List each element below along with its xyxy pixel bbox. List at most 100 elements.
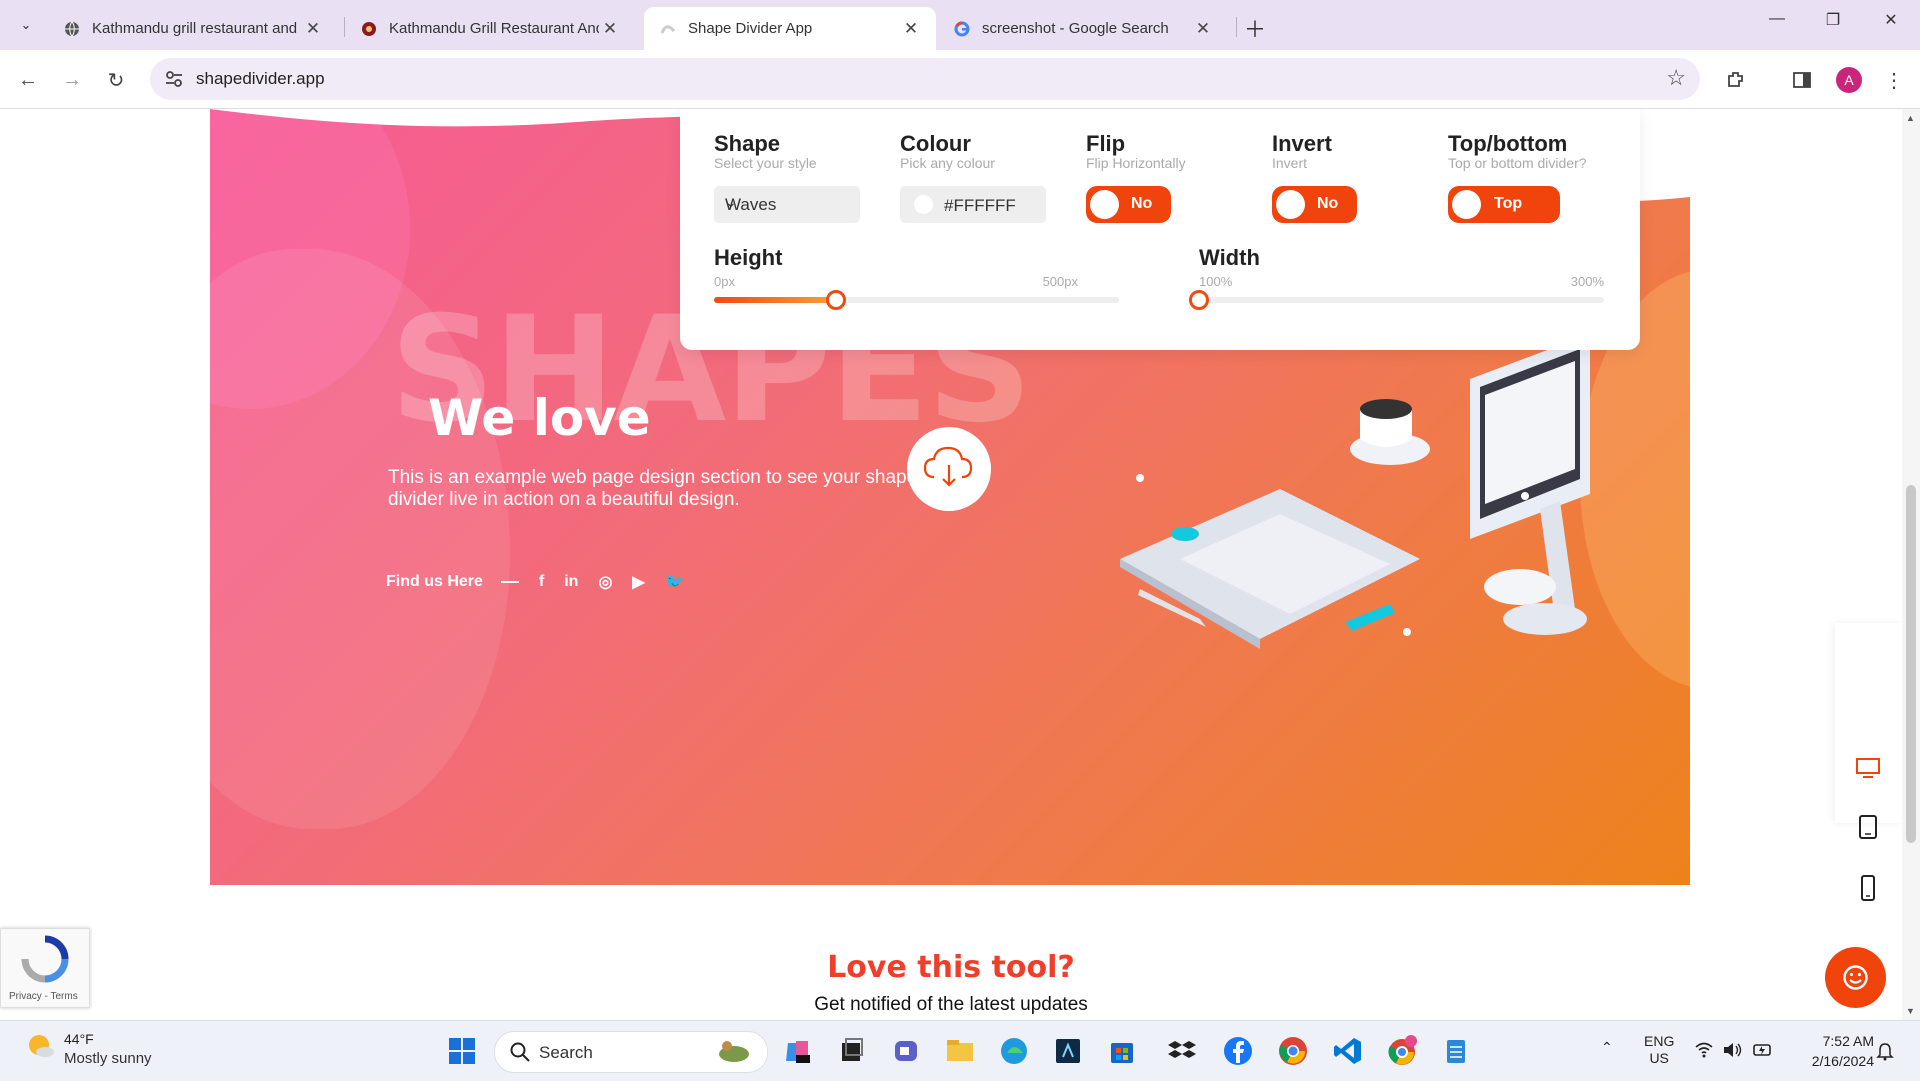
- flip-toggle[interactable]: No: [1086, 186, 1171, 223]
- shape-controls-panel: Shape Select your style Waves ⌄ Colour P…: [680, 109, 1640, 350]
- smiley-chat-icon: [1843, 965, 1868, 990]
- flip-toggle-label: No: [1131, 195, 1153, 212]
- address-bar[interactable]: shapedivider.app ☆: [150, 58, 1700, 100]
- notepad-icon[interactable]: [1440, 1035, 1472, 1067]
- tab-kathmandu-1[interactable]: Kathmandu grill restaurant and ✕: [48, 7, 338, 50]
- volume-icon[interactable]: [1722, 1041, 1742, 1059]
- recaptcha-badge[interactable]: Privacy - Terms: [0, 928, 90, 1008]
- forward-arrow-icon[interactable]: →: [58, 66, 86, 94]
- width-slider-handle[interactable]: [1189, 290, 1209, 310]
- colour-value[interactable]: #FFFFFF: [944, 196, 1016, 216]
- close-tab-icon[interactable]: ✕: [900, 19, 922, 39]
- dropbox-icon[interactable]: [1166, 1035, 1198, 1067]
- restore-button[interactable]: ❐: [1818, 10, 1848, 30]
- instagram-icon[interactable]: ◎: [598, 572, 612, 592]
- tab-kathmandu-2[interactable]: Kathmandu Grill Restaurant And ✕: [345, 7, 635, 50]
- teams-meet-icon[interactable]: [890, 1035, 922, 1067]
- search-icon: [510, 1042, 530, 1062]
- profile-avatar[interactable]: A: [1836, 67, 1862, 93]
- desktop-preview-icon[interactable]: [1855, 755, 1881, 781]
- width-title: Width: [1199, 245, 1260, 270]
- find-us-label: Find us Here: [386, 573, 483, 590]
- youtube-icon[interactable]: ▶: [632, 572, 644, 592]
- linkedin-icon[interactable]: in: [564, 573, 578, 591]
- tab-shape-divider[interactable]: Shape Divider App ✕: [644, 7, 936, 50]
- sun-cloud-icon: [29, 1035, 54, 1057]
- tablet-preview-icon[interactable]: [1855, 814, 1881, 840]
- file-explorer-icon[interactable]: [944, 1035, 976, 1067]
- task-view-icon[interactable]: [836, 1035, 868, 1067]
- weather-widget[interactable]: 44°F Mostly sunny: [26, 1031, 152, 1067]
- close-tab-icon[interactable]: ✕: [1192, 19, 1214, 39]
- taskbar-clock[interactable]: 7:52 AM 2/16/2024: [1788, 1031, 1874, 1071]
- reload-icon[interactable]: ↻: [102, 66, 130, 94]
- close-tab-icon[interactable]: ✕: [599, 19, 621, 39]
- colour-subtitle: Pick any colour: [900, 155, 995, 171]
- language-indicator[interactable]: ENG US: [1644, 1033, 1674, 1067]
- drawing-tablet-illustration: [1120, 489, 1420, 649]
- height-slider-handle[interactable]: [825, 290, 846, 310]
- height-min-label: 0px: [714, 274, 735, 289]
- recaptcha-logo-icon: [21, 935, 69, 983]
- minimize-button[interactable]: —: [1762, 10, 1792, 28]
- side-panel-icon[interactable]: [1788, 66, 1816, 94]
- microsoft-store-icon[interactable]: [1106, 1035, 1138, 1067]
- close-tab-icon[interactable]: ✕: [302, 19, 324, 39]
- download-button[interactable]: [907, 427, 991, 511]
- colour-title: Colour: [900, 131, 971, 156]
- twitter-icon[interactable]: 🐦: [665, 572, 685, 592]
- scroll-up-arrow-icon[interactable]: ▲: [1906, 113, 1915, 123]
- url-text[interactable]: shapedivider.app: [196, 69, 325, 89]
- taskbar-search-box[interactable]: Search: [494, 1031, 768, 1073]
- coffee-cup-illustration: [1350, 399, 1430, 465]
- back-arrow-icon[interactable]: ←: [14, 66, 42, 94]
- flip-title: Flip: [1086, 131, 1126, 156]
- height-max-label: 500px: [1042, 274, 1078, 289]
- extensions-icon[interactable]: [1722, 66, 1750, 94]
- scrollbar-thumb[interactable]: [1906, 485, 1916, 843]
- chrome-menu-icon[interactable]: ⋮: [1880, 66, 1908, 94]
- close-window-button[interactable]: ✕: [1876, 10, 1906, 30]
- mobile-preview-icon[interactable]: [1855, 875, 1881, 901]
- web-page: SHAPES We love This is an example web pa…: [0, 109, 1902, 1020]
- recaptcha-links[interactable]: Privacy - Terms: [9, 991, 78, 1002]
- invert-toggle-label: No: [1317, 195, 1339, 212]
- tab-search-menu-button[interactable]: ⌄: [12, 11, 40, 39]
- windows-start-icon[interactable]: [446, 1035, 478, 1067]
- facebook-icon[interactable]: f: [539, 573, 544, 591]
- globe-icon: [65, 21, 79, 36]
- shape-select[interactable]: Waves ⌄: [714, 186, 860, 223]
- dash-divider: [500, 581, 519, 583]
- invert-toggle[interactable]: No: [1272, 186, 1357, 223]
- hero-heading: We love: [428, 389, 651, 447]
- page-scrollbar[interactable]: ▲ ▼: [1902, 109, 1920, 1020]
- tab-google-search[interactable]: screenshot - Google Search ✕: [938, 7, 1228, 50]
- chrome-icon[interactable]: [1277, 1035, 1309, 1067]
- site-info-icon[interactable]: [164, 69, 184, 89]
- show-hidden-icons-chevron-icon[interactable]: ⌃: [1601, 1039, 1613, 1056]
- new-tab-button[interactable]: ＋: [1244, 12, 1266, 44]
- decorative-dot: [1403, 628, 1411, 636]
- copilot-icon[interactable]: [782, 1035, 814, 1067]
- wifi-icon[interactable]: [1694, 1041, 1714, 1059]
- aws-app-icon[interactable]: [1052, 1035, 1084, 1067]
- colour-swatch[interactable]: [914, 195, 933, 214]
- scroll-down-arrow-icon[interactable]: ▼: [1906, 1006, 1915, 1016]
- decorative-dot: [1136, 474, 1144, 482]
- edge-icon[interactable]: [998, 1035, 1030, 1067]
- vscode-icon[interactable]: [1332, 1035, 1364, 1067]
- tab-divider: [1236, 17, 1237, 37]
- width-slider-track[interactable]: [1199, 297, 1604, 303]
- chat-button[interactable]: [1825, 947, 1886, 1008]
- shape-title: Shape: [714, 131, 781, 156]
- battery-charging-icon[interactable]: [1752, 1041, 1774, 1059]
- tab-title: Shape Divider App: [688, 20, 813, 37]
- bookmark-star-icon[interactable]: ☆: [1666, 65, 1686, 91]
- notification-bell-icon[interactable]: [1876, 1041, 1894, 1061]
- clock-time: 7:52 AM: [1822, 1033, 1874, 1049]
- chrome-profile-icon[interactable]: [1386, 1035, 1418, 1067]
- shape-divider-logo-icon: [660, 24, 676, 34]
- topbottom-toggle[interactable]: Top: [1448, 186, 1560, 223]
- colour-picker[interactable]: #FFFFFF: [900, 186, 1046, 223]
- facebook-app-icon[interactable]: [1222, 1035, 1254, 1067]
